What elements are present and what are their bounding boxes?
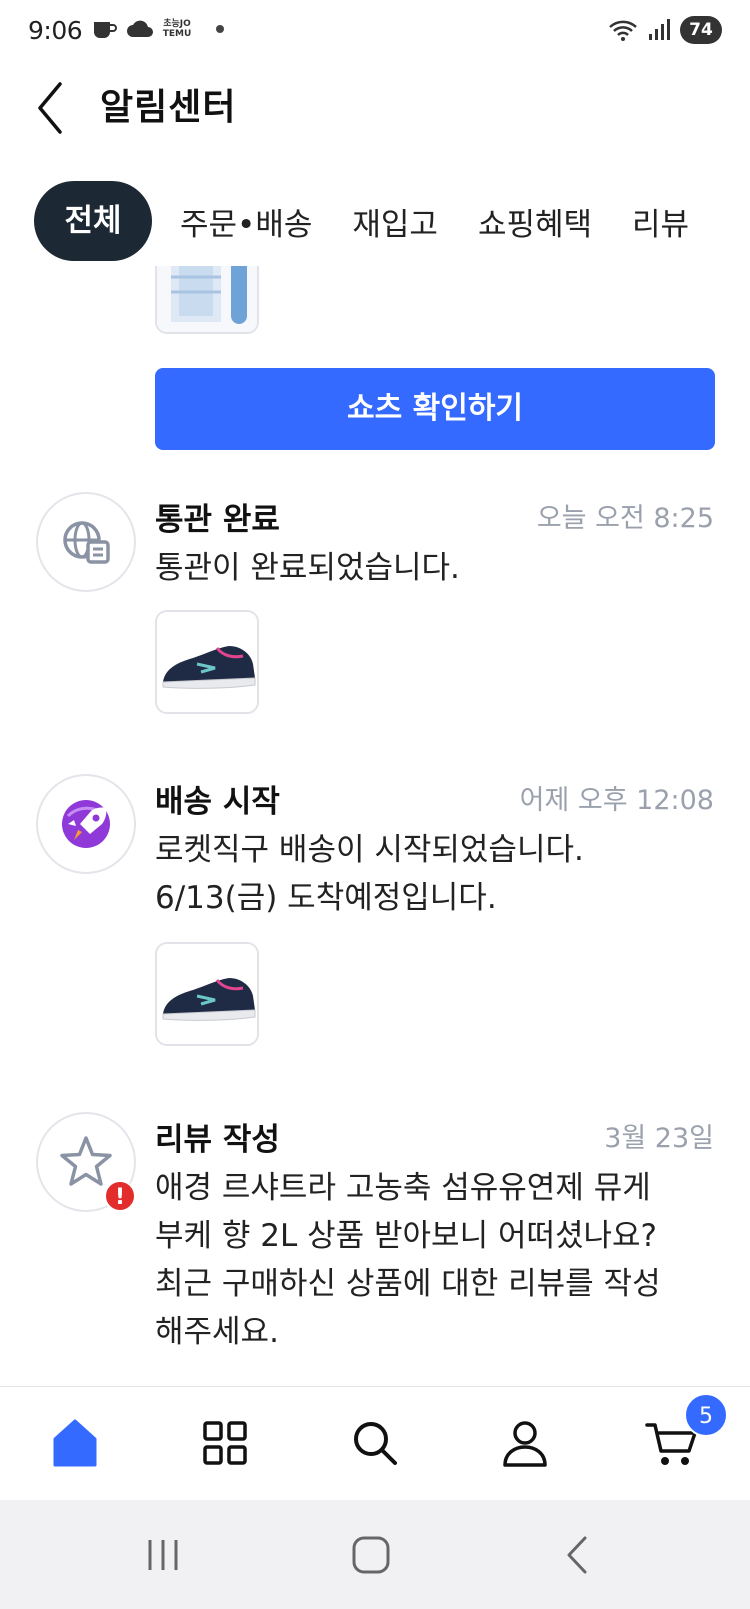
notification-body: 로켓직구 배송이 시작되었습니다. 6/13(금) 도착예정입니다. <box>155 826 715 922</box>
app-header: 알림센터 <box>0 66 750 176</box>
product-thumbnail[interactable] <box>155 942 259 1046</box>
temu-app-icon: 초능JO TEMU <box>162 19 192 39</box>
notification-item[interactable]: 통관 완료 오늘 오전 8:25 통관이 완료되었습니다. <box>0 492 750 752</box>
notification-body-line: 6/13(금) 도착예정입니다. <box>155 880 497 916</box>
signal-icon <box>649 19 670 40</box>
product-thumbnail[interactable] <box>155 610 259 714</box>
more-notifications-dot <box>216 25 224 33</box>
cart-count-badge: 5 <box>684 1393 728 1437</box>
bottom-navigation: 5 <box>0 1386 750 1500</box>
system-back-icon[interactable] <box>555 1530 605 1580</box>
notification-avatar <box>36 774 136 874</box>
search-icon[interactable] <box>345 1413 405 1473</box>
recent-apps-icon[interactable] <box>138 1530 188 1580</box>
cloud-icon <box>127 20 153 37</box>
notification-body-line: 애경 르샤트라 고농축 섬유유연제 뮤게 <box>155 1170 651 1206</box>
tab-order-shipping[interactable]: 주문•배송 <box>180 199 312 244</box>
notification-item[interactable]: ! 리뷰 작성 3월 23일 애경 르샤트라 고농축 섬유유연제 뮤게 부케 향… <box>0 1112 750 1386</box>
page-title: 알림센터 <box>100 87 237 128</box>
coffee-icon <box>94 22 117 38</box>
status-notification-icons: 초능JO TEMU <box>92 18 224 40</box>
sneaker-image <box>157 944 257 1044</box>
view-shorts-button[interactable]: 쇼츠 확인하기 <box>155 368 715 450</box>
notification-body-line: 해주세요. <box>155 1314 279 1350</box>
sneaker-image <box>157 612 257 712</box>
notification-body: 애경 르샤트라 고농축 섬유유연제 뮤게 부케 향 2L 상품 받아보니 어떠셨… <box>155 1164 715 1356</box>
notification-title: 리뷰 작성 <box>155 1122 280 1158</box>
customs-globe-icon <box>63 521 110 564</box>
tab-all[interactable]: 전체 <box>34 181 152 261</box>
tab-restock[interactable]: 재입고 <box>352 199 438 244</box>
status-time: 9:06 <box>28 16 83 45</box>
notification-body: 통관이 완료되었습니다. <box>155 550 460 586</box>
notification-time: 어제 오후 12:08 <box>519 785 714 816</box>
notification-time: 3월 23일 <box>604 1123 714 1154</box>
back-arrow-icon[interactable] <box>30 76 80 136</box>
notification-avatar: ! <box>36 1112 136 1212</box>
notification-avatar <box>36 492 136 592</box>
category-grid-icon[interactable] <box>195 1413 255 1473</box>
system-navigation-bar <box>0 1500 750 1609</box>
status-system-icons: 74 <box>608 16 722 44</box>
notification-item[interactable]: 배송 시작 어제 오후 12:08 로켓직구 배송이 시작되었습니다. 6/13… <box>0 774 750 1074</box>
home-button-icon[interactable] <box>346 1530 396 1580</box>
notification-title: 배송 시작 <box>155 784 280 820</box>
status-bar: 9:06 초능JO TEMU 74 <box>0 0 750 66</box>
rocket-icon <box>62 800 110 848</box>
profile-icon[interactable] <box>495 1413 555 1473</box>
notification-body-line: 최근 구매하신 상품에 대한 리뷰를 작성 <box>155 1266 661 1302</box>
wifi-icon <box>609 20 637 41</box>
home-icon[interactable] <box>45 1413 105 1473</box>
notification-time: 오늘 오전 8:25 <box>536 503 714 534</box>
notification-body-line: 로켓직구 배송이 시작되었습니다. <box>155 832 584 868</box>
product-bottle-image <box>157 266 257 332</box>
product-thumbnail[interactable] <box>155 266 259 334</box>
tab-shopping-benefits[interactable]: 쇼핑혜택 <box>478 199 592 244</box>
notification-feed: 쇼츠 확인하기 통관 완료 오늘 오전 8:25 통관이 완료되었습니다. 배송… <box>0 266 750 1386</box>
category-tabs: 전체 주문•배송 재입고 쇼핑혜택 리뷰 <box>34 178 729 264</box>
alert-badge: ! <box>104 1180 136 1212</box>
battery-indicator: 74 <box>680 16 722 44</box>
notification-title: 통관 완료 <box>155 502 280 538</box>
tab-reviews[interactable]: 리뷰 <box>632 199 689 244</box>
notification-body-line: 부케 향 2L 상품 받아보니 어떠셨나요? <box>155 1218 657 1254</box>
